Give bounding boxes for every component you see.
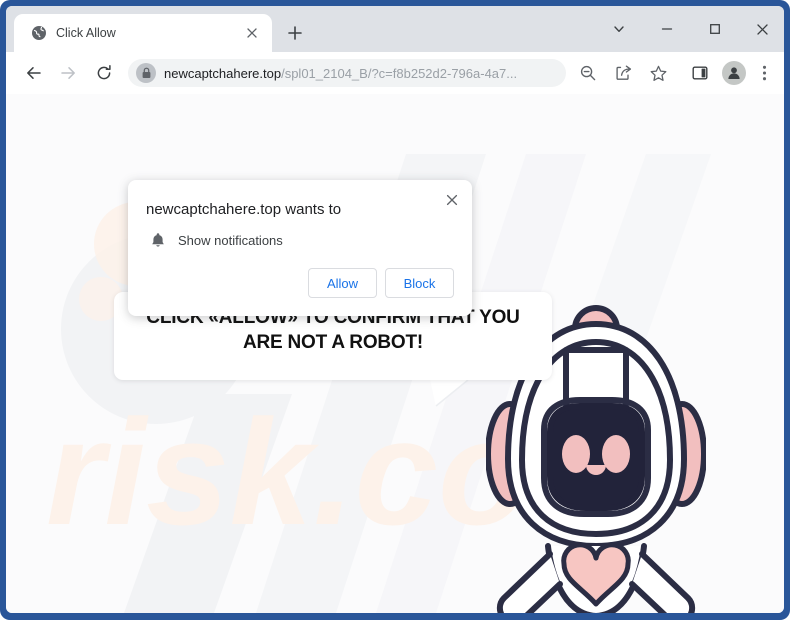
bell-icon	[149, 231, 167, 249]
notification-permission-dialog: newcaptchahere.top wants to Show notific…	[128, 180, 472, 316]
address-path: /spl01_2104_B/?c=f8b252d2-796a-4a7...	[281, 66, 518, 81]
browser-toolbar: newcaptchahere.top/spl01_2104_B/?c=f8b25…	[6, 52, 784, 95]
page-viewport: risk.com CLICK «ALLOW» TO CONFIRM THAT Y…	[6, 94, 784, 613]
tab-strip: Click Allow	[6, 6, 784, 52]
zoom-out-icon[interactable]	[574, 59, 602, 87]
minimize-button[interactable]	[644, 14, 689, 44]
block-button[interactable]: Block	[385, 268, 454, 298]
three-dots-icon[interactable]	[754, 59, 774, 87]
allow-button[interactable]: Allow	[308, 268, 377, 298]
browser-tab[interactable]: Click Allow	[14, 14, 272, 52]
star-icon[interactable]	[644, 59, 672, 87]
lock-icon[interactable]	[136, 63, 156, 83]
close-window-button[interactable]	[740, 14, 784, 44]
share-icon[interactable]	[610, 59, 638, 87]
robot-eye-left	[562, 435, 590, 473]
side-panel-icon[interactable]	[686, 59, 714, 87]
address-host: newcaptchahere.top	[164, 66, 282, 81]
reload-button[interactable]	[90, 59, 118, 87]
address-bar[interactable]: newcaptchahere.top/spl01_2104_B/?c=f8b25…	[128, 59, 566, 87]
forward-button[interactable]	[54, 59, 82, 87]
tab-search-button[interactable]	[596, 14, 641, 44]
robot-eye-right	[602, 435, 630, 473]
profile-avatar[interactable]	[720, 59, 748, 87]
tab-close-icon[interactable]	[244, 25, 260, 41]
new-tab-button[interactable]	[282, 20, 308, 46]
person-icon	[722, 61, 746, 85]
maximize-button[interactable]	[692, 14, 737, 44]
globe-icon	[31, 25, 47, 41]
browser-window: Click Allow newcaptchahere.top/spl01_210…	[6, 6, 784, 613]
dialog-title: newcaptchahere.top wants to	[146, 201, 342, 218]
dialog-close-icon[interactable]	[440, 188, 464, 212]
dialog-option-label: Show notifications	[178, 233, 283, 248]
speech-bubble-tail	[430, 379, 469, 407]
back-button[interactable]	[20, 59, 48, 87]
address-bar-text: newcaptchahere.top/spl01_2104_B/?c=f8b25…	[164, 64, 556, 83]
screenshot-frame: Click Allow newcaptchahere.top/spl01_210…	[0, 0, 790, 620]
tab-title: Click Allow	[56, 26, 116, 40]
